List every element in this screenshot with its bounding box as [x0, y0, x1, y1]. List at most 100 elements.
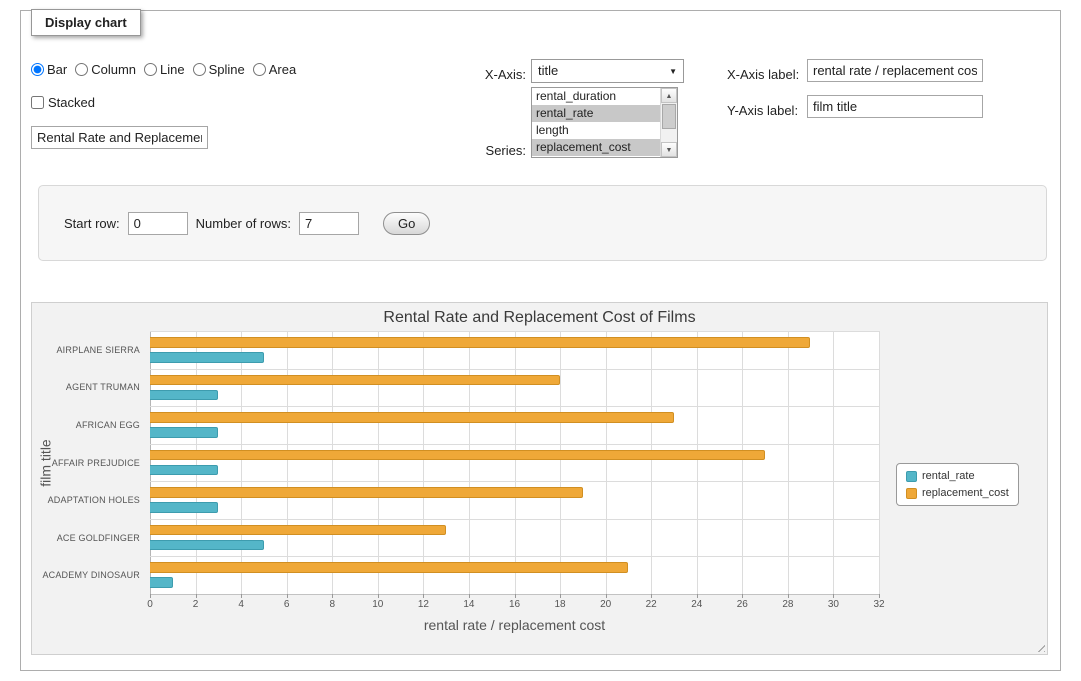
legend-label: replacement_cost: [922, 487, 1009, 499]
stacked-checkbox[interactable]: [31, 96, 44, 109]
gridline: [560, 331, 561, 594]
tick-label: 12: [418, 599, 429, 610]
x-axis-select-label: X-Axis:: [446, 67, 526, 82]
tick-label: 8: [329, 599, 335, 610]
chart-type-option-bar[interactable]: Bar: [31, 62, 67, 77]
chart-type-option-line[interactable]: Line: [144, 62, 185, 77]
chart-type-label: Line: [160, 62, 185, 77]
num-rows-label: Number of rows:: [196, 216, 291, 231]
gridline: [651, 331, 652, 594]
tick-mark: [287, 594, 288, 598]
tick-mark: [515, 594, 516, 598]
series-option-length[interactable]: length: [532, 122, 660, 139]
tick-mark: [423, 594, 424, 598]
gridline: [241, 331, 242, 594]
tick-mark: [788, 594, 789, 598]
tick-mark: [697, 594, 698, 598]
chart-type-option-column[interactable]: Column: [75, 62, 136, 77]
chart-type-radio-bar[interactable]: [31, 63, 44, 76]
chart-type-radio-spline[interactable]: [193, 63, 206, 76]
series-select-label: Series:: [446, 143, 526, 158]
start-row-input[interactable]: [128, 212, 188, 235]
gridline: [150, 481, 879, 482]
bar-replacement_cost[interactable]: [150, 487, 583, 498]
scroll-down-icon[interactable]: ▼: [661, 142, 677, 157]
x-axis-selected-value: title: [538, 63, 558, 78]
bar-rental_rate[interactable]: [150, 577, 173, 588]
tick-mark: [378, 594, 379, 598]
x-axis-ticks: 02468101214161820222426283032: [150, 594, 879, 612]
bar-replacement_cost[interactable]: [150, 375, 560, 386]
bar-replacement_cost[interactable]: [150, 450, 765, 461]
go-button[interactable]: Go: [383, 212, 430, 235]
chart-type-option-spline[interactable]: Spline: [193, 62, 245, 77]
chart-type-label: Spline: [209, 62, 245, 77]
tick-label: 0: [147, 599, 153, 610]
chart-type-label: Area: [269, 62, 296, 77]
bar-replacement_cost[interactable]: [150, 412, 674, 423]
category-label: ACE GOLDFINGER: [57, 533, 140, 543]
legend-label: rental_rate: [922, 470, 975, 482]
x-axis-label-input[interactable]: [807, 59, 983, 82]
series-option-replacement_cost[interactable]: replacement_cost: [532, 139, 660, 156]
category-label: AGENT TRUMAN: [66, 382, 140, 392]
series-option-rental_duration[interactable]: rental_duration: [532, 88, 660, 105]
tick-label: 28: [782, 599, 793, 610]
gridline: [378, 331, 379, 594]
y-axis-label-input[interactable]: [807, 95, 983, 118]
stacked-option[interactable]: Stacked: [31, 95, 95, 110]
category-label: ADAPTATION HOLES: [48, 495, 140, 505]
tick-label: 24: [691, 599, 702, 610]
num-rows-input[interactable]: [299, 212, 359, 235]
tick-mark: [651, 594, 652, 598]
x-axis-label-field-label: X-Axis label:: [727, 67, 799, 82]
gridline: [697, 331, 698, 594]
scrollbar[interactable]: ▲ ▼: [660, 88, 677, 157]
tick-mark: [606, 594, 607, 598]
chart-type-radio-column[interactable]: [75, 63, 88, 76]
legend-swatch: [906, 471, 917, 482]
tick-mark: [560, 594, 561, 598]
chart-container: Rental Rate and Replacement Cost of Film…: [31, 302, 1048, 655]
tick-mark: [879, 594, 880, 598]
gridline: [833, 331, 834, 594]
series-multiselect[interactable]: rental_durationrental_ratelengthreplacem…: [531, 87, 678, 158]
gridline: [879, 331, 880, 594]
bar-rental_rate[interactable]: [150, 502, 218, 513]
tick-mark: [332, 594, 333, 598]
chart-type-radio-area[interactable]: [253, 63, 266, 76]
x-axis-title: rental rate / replacement cost: [150, 617, 879, 633]
chart-type-option-area[interactable]: Area: [253, 62, 296, 77]
gridline: [423, 331, 424, 594]
resize-handle-icon[interactable]: [1034, 641, 1045, 652]
bar-rental_rate[interactable]: [150, 427, 218, 438]
tick-label: 14: [463, 599, 474, 610]
legend-swatch: [906, 488, 917, 499]
tick-label: 4: [238, 599, 244, 610]
x-axis-select[interactable]: title ▼: [531, 59, 684, 83]
category-label: AFRICAN EGG: [76, 420, 140, 430]
legend-item-replacement_cost[interactable]: replacement_cost: [906, 487, 1009, 499]
rows-panel: Start row: Number of rows: Go: [38, 185, 1047, 261]
tick-label: 22: [646, 599, 657, 610]
chart-type-radio-line[interactable]: [144, 63, 157, 76]
gridline: [742, 331, 743, 594]
series-option-rental_rate[interactable]: rental_rate: [532, 105, 660, 122]
gridline: [150, 519, 879, 520]
gridline: [788, 331, 789, 594]
chart-title-input[interactable]: [31, 126, 208, 149]
bar-rental_rate[interactable]: [150, 465, 218, 476]
bar-rental_rate[interactable]: [150, 390, 218, 401]
legend-item-rental_rate[interactable]: rental_rate: [906, 470, 1009, 482]
display-chart-fieldset: Display chart BarColumnLineSplineArea St…: [20, 10, 1061, 671]
gridline: [515, 331, 516, 594]
tick-label: 10: [372, 599, 383, 610]
scrollbar-thumb[interactable]: [662, 104, 676, 129]
bar-rental_rate[interactable]: [150, 352, 264, 363]
bar-replacement_cost[interactable]: [150, 337, 810, 348]
start-row-label: Start row:: [64, 216, 120, 231]
bar-replacement_cost[interactable]: [150, 562, 628, 573]
bar-rental_rate[interactable]: [150, 540, 264, 551]
scroll-up-icon[interactable]: ▲: [661, 88, 677, 103]
bar-replacement_cost[interactable]: [150, 525, 446, 536]
